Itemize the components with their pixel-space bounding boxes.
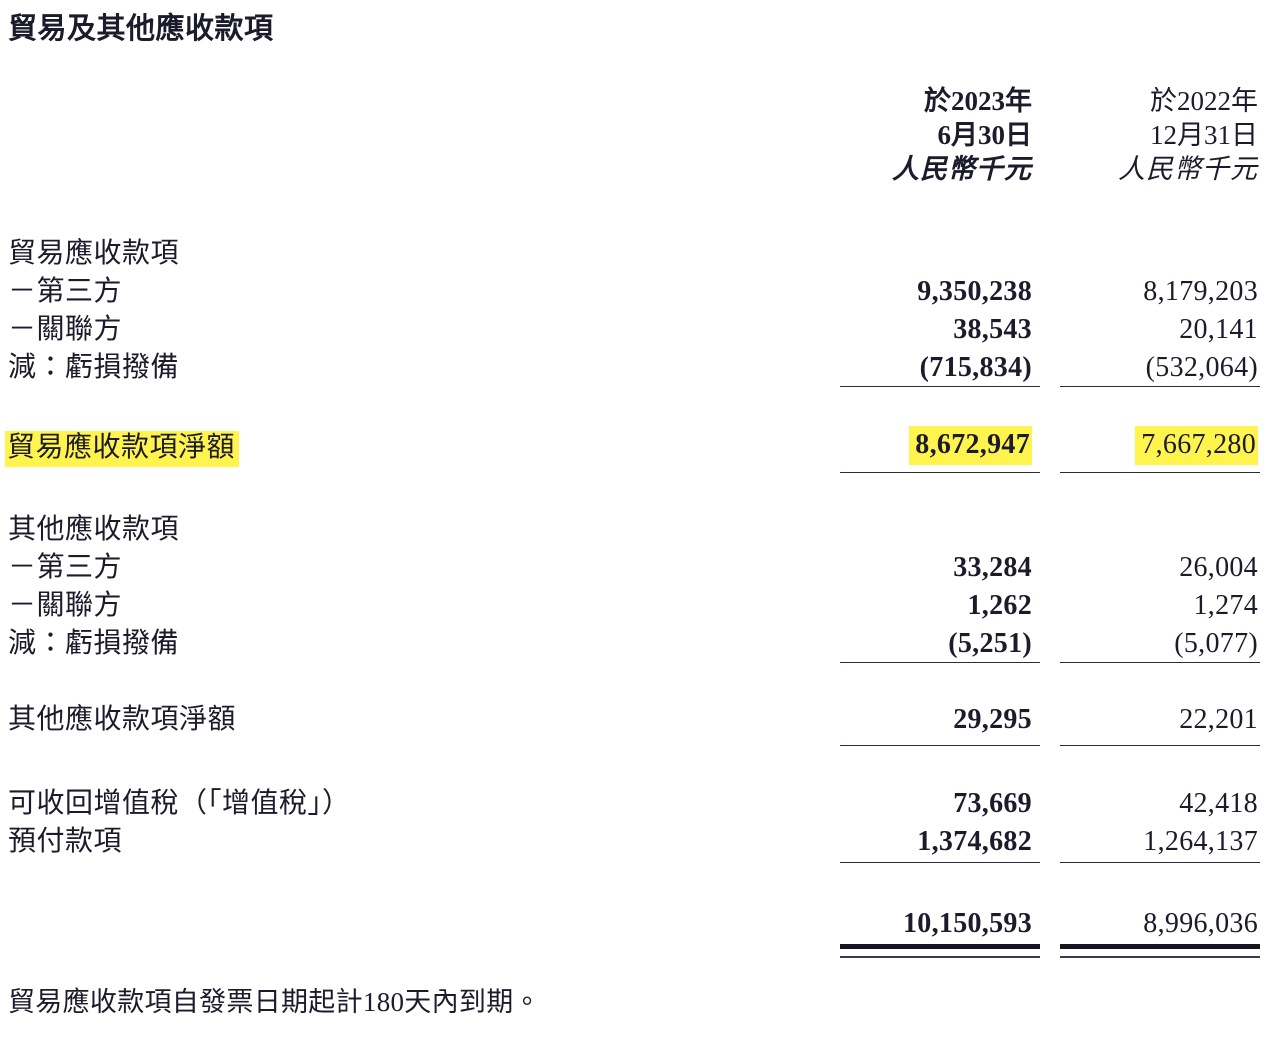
value-other-net-2022: 22,201 xyxy=(966,706,1258,734)
subtotal-rule-trade-2022 xyxy=(1060,386,1260,387)
value-text: 22,201 xyxy=(1179,704,1258,735)
page-title: 貿易及其他應收款項 xyxy=(8,13,274,45)
value-other-loss-allowance-2022: (5,077) xyxy=(966,630,1258,658)
value-text: 7,667,280 xyxy=(1135,426,1258,465)
row-label-other-loss-allowance: 減：虧損撥備 xyxy=(8,628,180,659)
column-header-2022-year: 於2022年 xyxy=(1150,86,1258,116)
value-text: (532,064) xyxy=(1145,352,1258,383)
financial-note-page: 貿易及其他應收款項 於2023年 6月30日 人民幣千元 於2022年 12月3… xyxy=(0,0,1280,1038)
value-text: 42,418 xyxy=(1179,788,1258,819)
row-label-trade-related-party: －關聯方 xyxy=(8,314,123,345)
subtotal-rule-other-2022 xyxy=(1060,662,1260,663)
row-label-trade-third-party: －第三方 xyxy=(8,276,123,307)
value-text: 26,004 xyxy=(1179,552,1258,583)
value-trade-third-party-2022: 8,179,203 xyxy=(966,278,1258,306)
total-double-rule-top-2023 xyxy=(840,944,1040,949)
row-label-trade-receivables: 貿易應收款項 xyxy=(8,238,180,269)
column-header-2022-date: 12月31日 xyxy=(1150,120,1258,150)
value-prepayments-2022: 1,264,137 xyxy=(966,828,1258,856)
row-label-other-related-party: －關聯方 xyxy=(8,590,123,621)
total-double-rule-bottom-2022 xyxy=(1060,956,1260,958)
total-top-rule-2023 xyxy=(840,862,1040,863)
row-label-vat-recoverable: 可收回增值稅（「增值稅」） xyxy=(8,788,351,819)
net-rule-other-2023 xyxy=(840,745,1040,746)
value-other-related-party-2022: 1,274 xyxy=(966,592,1258,620)
row-label-other-receivables: 其他應收款項 xyxy=(8,514,180,545)
value-vat-recoverable-2022: 42,418 xyxy=(966,790,1258,818)
total-double-rule-bottom-2023 xyxy=(840,956,1040,958)
value-total-2022: 8,996,036 xyxy=(966,910,1258,938)
column-header-2022-unit: 人民幣千元 xyxy=(1118,154,1258,184)
row-label-trade-receivables-net: 貿易應收款項淨額 xyxy=(5,431,240,467)
value-trade-loss-allowance-2022: (532,064) xyxy=(966,354,1258,382)
total-double-rule-top-2022 xyxy=(1060,944,1260,949)
net-rule-other-2022 xyxy=(1060,745,1260,746)
row-label-trade-loss-allowance: 減：虧損撥備 xyxy=(8,352,180,383)
column-header-2022: 於2022年 12月31日 人民幣千元 xyxy=(966,84,1258,186)
value-other-third-party-2022: 26,004 xyxy=(966,554,1258,582)
value-trade-related-party-2022: 20,141 xyxy=(966,316,1258,344)
row-label-other-receivables-net: 其他應收款項淨額 xyxy=(8,704,237,735)
row-label-other-third-party: －第三方 xyxy=(8,552,123,583)
net-rule-trade-2023 xyxy=(840,472,1040,473)
footnote: 貿易應收款項自發票日期起計180天內到期。 xyxy=(8,987,541,1017)
row-label-prepayments: 預付款項 xyxy=(8,826,123,857)
value-text: 1,274 xyxy=(1193,590,1258,621)
net-rule-trade-2022 xyxy=(1060,472,1260,473)
value-text: 8,179,203 xyxy=(1143,276,1258,307)
value-text: 20,141 xyxy=(1179,314,1258,345)
value-text: 1,264,137 xyxy=(1143,826,1258,857)
subtotal-rule-other-2023 xyxy=(840,662,1040,663)
total-top-rule-2022 xyxy=(1060,862,1260,863)
value-trade-net-2022: 7,667,280 xyxy=(966,426,1258,465)
subtotal-rule-trade-2023 xyxy=(840,386,1040,387)
value-text: 8,996,036 xyxy=(1143,908,1258,939)
value-text: (5,077) xyxy=(1174,628,1258,659)
